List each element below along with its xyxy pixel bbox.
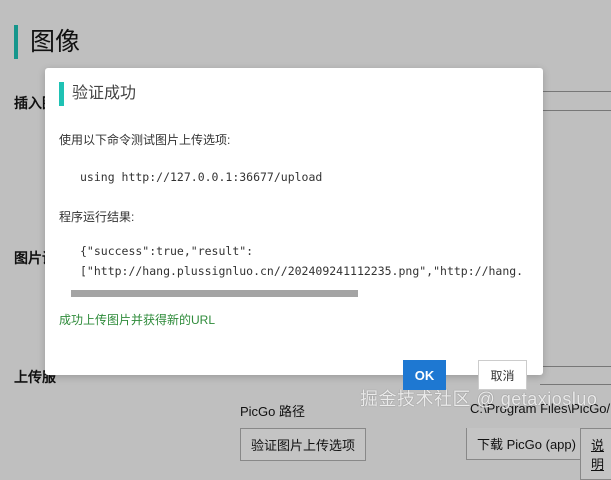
cancel-button[interactable]: 取消 bbox=[478, 360, 527, 390]
divider bbox=[540, 366, 611, 367]
picgo-path-label: PicGo 路径 bbox=[240, 404, 306, 419]
help-button[interactable]: 说明 bbox=[580, 428, 611, 480]
download-picgo-button[interactable]: 下载 PicGo (app) bbox=[466, 428, 587, 460]
verify-upload-button[interactable]: 验证图片上传选项 bbox=[240, 428, 367, 461]
result-label: 程序运行结果: bbox=[59, 210, 135, 224]
ok-button[interactable]: OK bbox=[403, 360, 446, 390]
divider bbox=[540, 91, 611, 92]
verify-success-dialog: 验证成功 使用以下命令测试图片上传选项: using http://127.0.… bbox=[45, 68, 543, 390]
dialog-intro: 使用以下命令测试图片上传选项: bbox=[59, 133, 231, 147]
horizontal-scrollbar[interactable] bbox=[71, 290, 358, 297]
dialog-title: 验证成功 bbox=[59, 82, 136, 106]
page-title: 图像 bbox=[14, 25, 80, 59]
success-message: 成功上传图片并获得新的URL bbox=[59, 313, 216, 327]
result-line-2: ["http://hang.plussignluo.cn//2024092411… bbox=[80, 264, 524, 278]
command-text: using http://127.0.0.1:36677/upload bbox=[80, 170, 323, 184]
result-line-1: {"success":true,"result": bbox=[80, 244, 254, 258]
divider bbox=[540, 110, 611, 111]
